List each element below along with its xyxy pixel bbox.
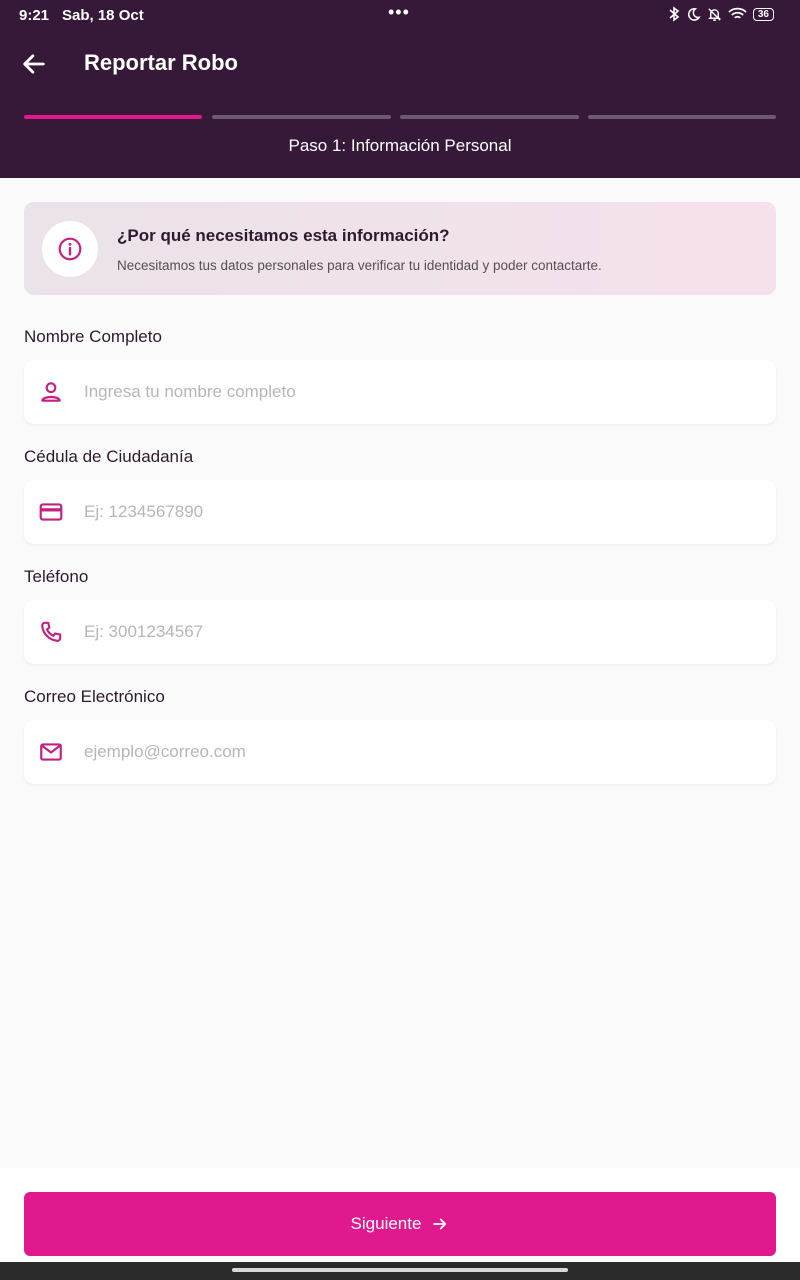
- bluetooth-icon: [669, 6, 680, 22]
- full-name-input[interactable]: [84, 360, 754, 424]
- moon-icon: [687, 7, 701, 21]
- gesture-handle[interactable]: [232, 1268, 568, 1272]
- info-icon: [58, 237, 82, 261]
- step-label: Paso 1: Información Personal: [288, 136, 512, 155]
- credit-card-icon: [39, 503, 63, 521]
- status-date: Sab, 18 Oct: [62, 7, 144, 24]
- email-input[interactable]: [84, 720, 754, 784]
- step-indicator-3: [400, 115, 579, 119]
- email-label: Correo Electrónico: [24, 687, 165, 706]
- page-title: Reportar Robo: [84, 50, 238, 75]
- step-indicator-2: [212, 115, 391, 119]
- step-indicator-1: [24, 115, 202, 119]
- phone-input[interactable]: [84, 600, 754, 664]
- app-header: 9:21 Sab, 18 Oct ••• 36 Reportar Robo Pa…: [0, 0, 800, 178]
- bottom-action-bar: Siguiente: [0, 1168, 800, 1262]
- info-card: ¿Por qué necesitamos esta información? N…: [24, 202, 776, 295]
- id-number-input[interactable]: [84, 480, 754, 544]
- info-icon-circle: [42, 221, 98, 277]
- status-icons: 36: [668, 6, 774, 22]
- email-field[interactable]: [24, 720, 776, 784]
- phone-icon: [41, 621, 62, 642]
- arrow-right-icon: [433, 1218, 447, 1230]
- bell-off-icon: [707, 7, 721, 21]
- back-arrow-icon[interactable]: [20, 50, 48, 78]
- full-name-label: Nombre Completo: [24, 327, 162, 346]
- info-text: Necesitamos tus datos personales para ve…: [117, 258, 602, 273]
- system-nav-bar: [0, 1262, 800, 1280]
- info-title: ¿Por qué necesitamos esta información?: [117, 226, 450, 245]
- battery-icon: 36: [752, 7, 774, 21]
- id-number-label: Cédula de Ciudadanía: [24, 447, 194, 466]
- step-indicator-4: [588, 115, 776, 119]
- status-dots: •••: [388, 2, 410, 22]
- next-button-label: Siguiente: [350, 1214, 422, 1233]
- next-button[interactable]: Siguiente: [24, 1192, 776, 1256]
- status-time: 9:21: [19, 7, 50, 24]
- wifi-icon: [728, 7, 747, 19]
- phone-label: Teléfono: [24, 567, 89, 586]
- phone-field[interactable]: [24, 600, 776, 664]
- mail-icon: [40, 743, 62, 761]
- full-name-field[interactable]: [24, 360, 776, 424]
- person-icon: [41, 382, 61, 402]
- id-number-field[interactable]: [24, 480, 776, 544]
- status-bar: 9:21 Sab, 18 Oct ••• 36: [0, 0, 800, 32]
